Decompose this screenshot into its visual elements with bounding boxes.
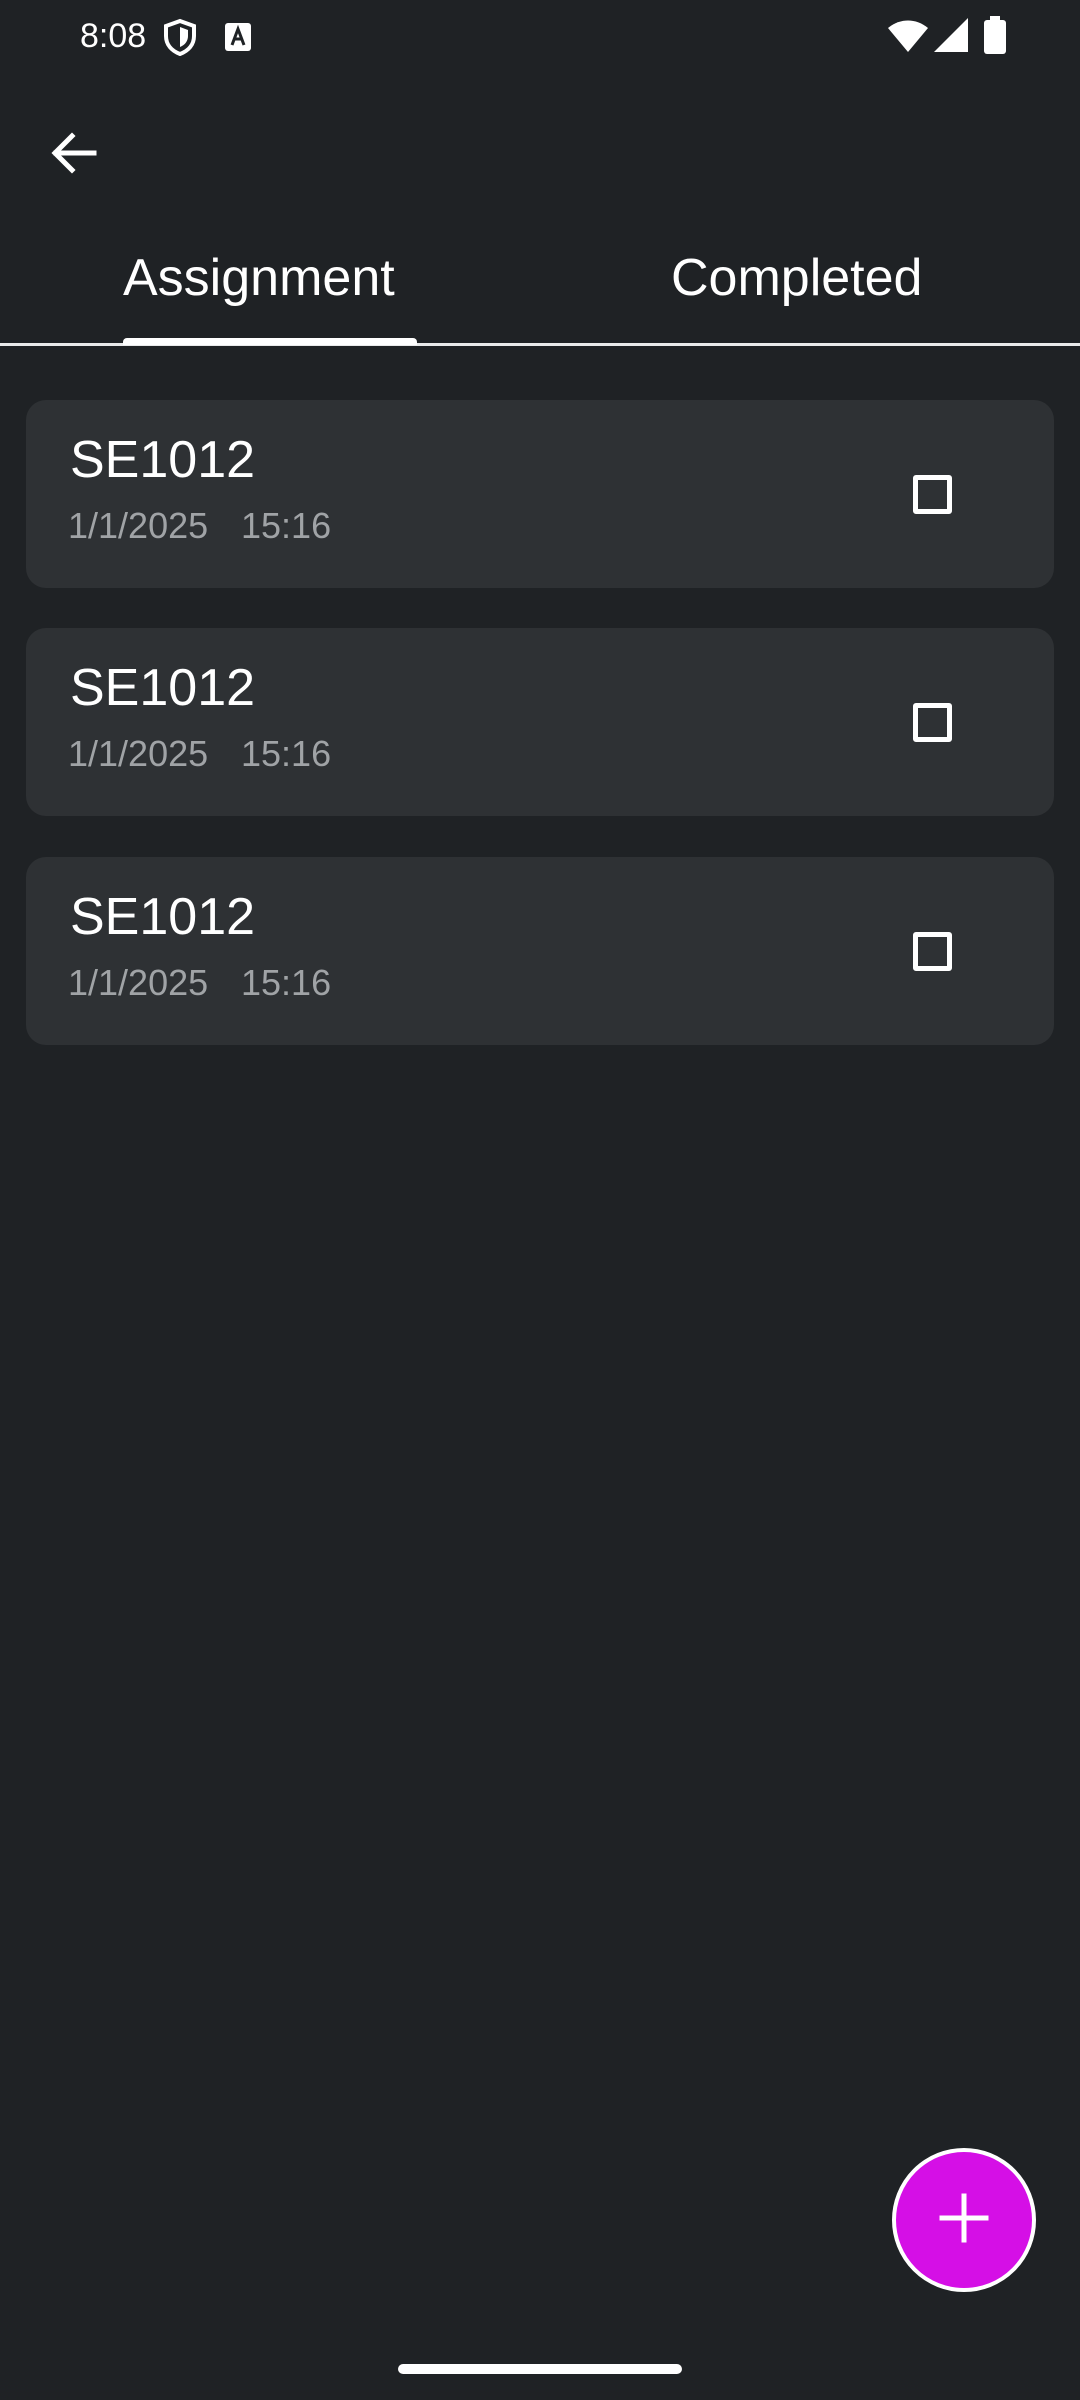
checkbox-box [912,931,952,971]
assignment-time: 15:16 [241,733,332,774]
assignment-title: SE1012 [70,431,256,489]
status-bar: 8:08 [0,0,1080,72]
assignment-card[interactable]: SE1012 1/1/2025 15:16 [26,628,1054,816]
assignment-time: 15:16 [241,505,332,546]
tab-bar: Assignment Completed [0,222,1080,346]
font-a-icon [224,22,252,57]
wifi-icon [888,20,928,57]
assignment-title: SE1012 [70,888,256,946]
tab-completed-label: Completed [671,249,923,307]
arrow-left-icon [50,131,98,180]
home-indicator[interactable] [398,2364,682,2374]
assignment-date: 1/1/2025 [68,505,209,546]
plus-icon [938,2192,990,2249]
assignment-date: 1/1/2025 [68,733,209,774]
back-button[interactable] [32,113,116,197]
checkbox-box [912,474,952,514]
status-time: 8:08 [80,17,147,55]
assignment-checkbox[interactable] [904,694,960,750]
shield-icon [162,18,198,61]
app-bar [0,72,1080,222]
assignment-date: 1/1/2025 [68,962,209,1003]
assignment-card[interactable]: SE1012 1/1/2025 15:16 [26,857,1054,1045]
tab-completed[interactable]: Completed [0,222,922,343]
add-assignment-button[interactable] [892,2148,1036,2292]
assignment-checkbox[interactable] [904,466,960,522]
assignment-card[interactable]: SE1012 1/1/2025 15:16 [26,400,1054,588]
battery-icon [984,16,1006,59]
assignment-checkbox[interactable] [904,923,960,979]
assignment-time: 15:16 [241,962,332,1003]
assignment-title: SE1012 [70,659,256,717]
signal-icon [934,18,968,57]
checkbox-box [912,702,952,742]
